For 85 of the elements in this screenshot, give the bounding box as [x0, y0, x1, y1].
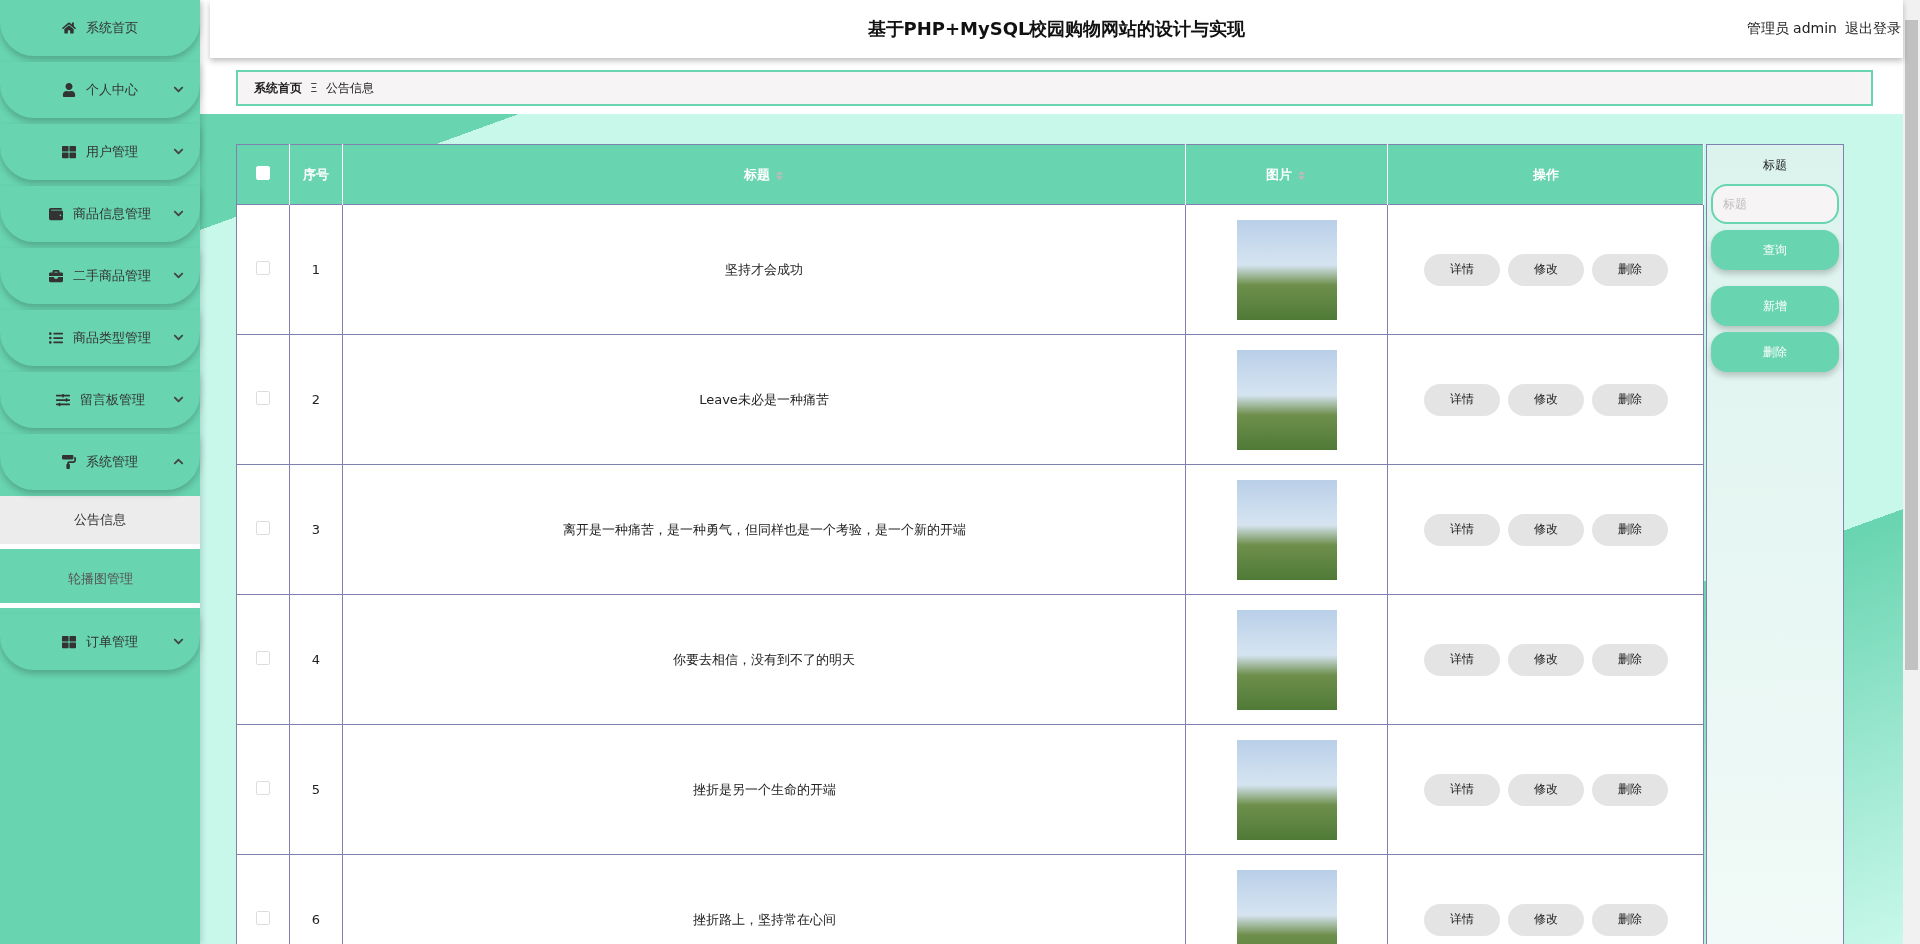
menu-label: 商品类型管理 — [73, 329, 151, 347]
menu-label: 系统管理 — [86, 453, 138, 471]
menu-label: 系统首页 — [86, 19, 138, 37]
column-header: 序号 — [289, 144, 343, 205]
table-cell: Leave未必是一种痛苦 — [342, 334, 1186, 465]
sidebar-item[interactable]: 商品类型管理 — [0, 310, 200, 366]
chevron-icon — [173, 456, 184, 467]
menu-label: 个人中心 — [86, 81, 138, 99]
action-button[interactable]: 修改 — [1507, 513, 1584, 546]
menu-label: 二手商品管理 — [73, 267, 151, 285]
row-checkbox[interactable] — [256, 261, 270, 275]
sidebar-item[interactable]: 个人中心 — [0, 62, 200, 118]
table-cell: 坚持才会成功 — [342, 204, 1186, 335]
field-label: 标题 — [1763, 157, 1787, 174]
action-button[interactable]: 删除 — [1591, 773, 1668, 806]
grid-icon — [62, 145, 76, 159]
action-button[interactable]: 详情 — [1423, 383, 1500, 416]
search-field[interactable]: 标题 — [1711, 184, 1839, 224]
action-button[interactable]: 详情 — [1423, 773, 1500, 806]
row-checkbox[interactable] — [256, 911, 270, 925]
chevron-icon — [173, 394, 184, 405]
chevron-icon — [173, 84, 184, 95]
chevron-icon — [173, 146, 184, 157]
menu-label: 留言板管理 — [79, 391, 145, 409]
wallet-icon — [49, 207, 63, 221]
action-button[interactable]: 详情 — [1423, 643, 1500, 676]
action-button[interactable]: 修改 — [1507, 253, 1584, 286]
row-checkbox[interactable] — [256, 391, 270, 405]
sidebar-item[interactable]: 商品信息管理 — [0, 186, 200, 242]
paint-roller-icon — [62, 455, 76, 469]
chevron-icon — [173, 270, 184, 281]
action-button[interactable]: 删除 — [1591, 383, 1668, 416]
row-checkbox[interactable] — [256, 781, 270, 795]
list-icon — [49, 331, 63, 345]
action-button[interactable]: 删除 — [1591, 513, 1668, 546]
sidebar-item[interactable]: 订单管理 — [0, 614, 200, 670]
menu-label: 订单管理 — [86, 633, 138, 651]
action-button[interactable]: 详情 — [1423, 253, 1500, 286]
select-all-checkbox[interactable] — [256, 166, 270, 180]
home-icon — [62, 21, 76, 35]
chevron-icon — [173, 636, 184, 647]
row-checkbox[interactable] — [256, 651, 270, 665]
action-button[interactable]: 详情 — [1423, 903, 1500, 936]
column-header: 操作 — [1387, 144, 1704, 205]
breadcrumb-item: 公告信息 — [325, 79, 374, 97]
action-button[interactable]: 修改 — [1507, 903, 1584, 936]
table-cell: 3 — [289, 464, 343, 595]
scrollbar-thumb[interactable] — [1905, 20, 1918, 670]
chevron-icon — [173, 332, 184, 343]
breadcrumb-separator: Ξ — [310, 81, 318, 95]
action-button[interactable]: 修改 — [1507, 643, 1584, 676]
sidebar-item[interactable]: 二手商品管理 — [0, 248, 200, 304]
table-cell: 挫折是另一个生命的开端 — [342, 724, 1186, 855]
action-button[interactable]: 详情 — [1423, 513, 1500, 546]
table-cell: 离开是一种痛苦，是一种勇气，但同样也是一个考验，是一个新的开端 — [342, 464, 1186, 595]
user-name: 管理员 admin — [1746, 20, 1837, 38]
table-cell: 2 — [289, 334, 343, 465]
table-cell: 5 — [289, 724, 343, 855]
action-button[interactable]: 修改 — [1507, 383, 1584, 416]
row-checkbox[interactable] — [256, 521, 270, 535]
sort-icon — [1296, 169, 1307, 181]
breadcrumb-item[interactable]: 系统首页 — [254, 79, 302, 97]
menu-label: 用户管理 — [86, 143, 138, 161]
user-icon — [62, 83, 76, 97]
table-cell: 你要去相信，没有到不了的明天 — [342, 594, 1186, 725]
sidebar-item[interactable]: 用户管理 — [0, 124, 200, 180]
action-button[interactable]: 修改 — [1507, 773, 1584, 806]
logout-link[interactable]: 退出登录 — [1845, 20, 1901, 38]
action-button[interactable]: 删除 — [1591, 903, 1668, 936]
menu-label: 商品信息管理 — [73, 205, 151, 223]
submenu-item[interactable]: 轮播图管理 — [0, 555, 200, 608]
grid-icon — [62, 635, 76, 649]
submenu-item[interactable]: 公告信息 — [0, 496, 200, 549]
action-button[interactable]: 删除 — [1591, 253, 1668, 286]
sliders-icon — [55, 393, 70, 407]
chevron-icon — [173, 208, 184, 219]
site-title: 基于PHP+MySQL校园购物网站的设计与实现 — [867, 17, 1246, 41]
table-cell: 1 — [289, 204, 343, 335]
action-button[interactable]: 删除 — [1591, 643, 1668, 676]
briefcase-icon — [49, 269, 63, 283]
sidebar-item[interactable]: 留言板管理 — [0, 372, 200, 428]
sort-icon — [773, 169, 785, 181]
sidebar-item[interactable]: 系统管理 — [0, 434, 200, 490]
table-cell: 4 — [289, 594, 343, 725]
scrollbar[interactable] — [1903, 0, 1920, 944]
